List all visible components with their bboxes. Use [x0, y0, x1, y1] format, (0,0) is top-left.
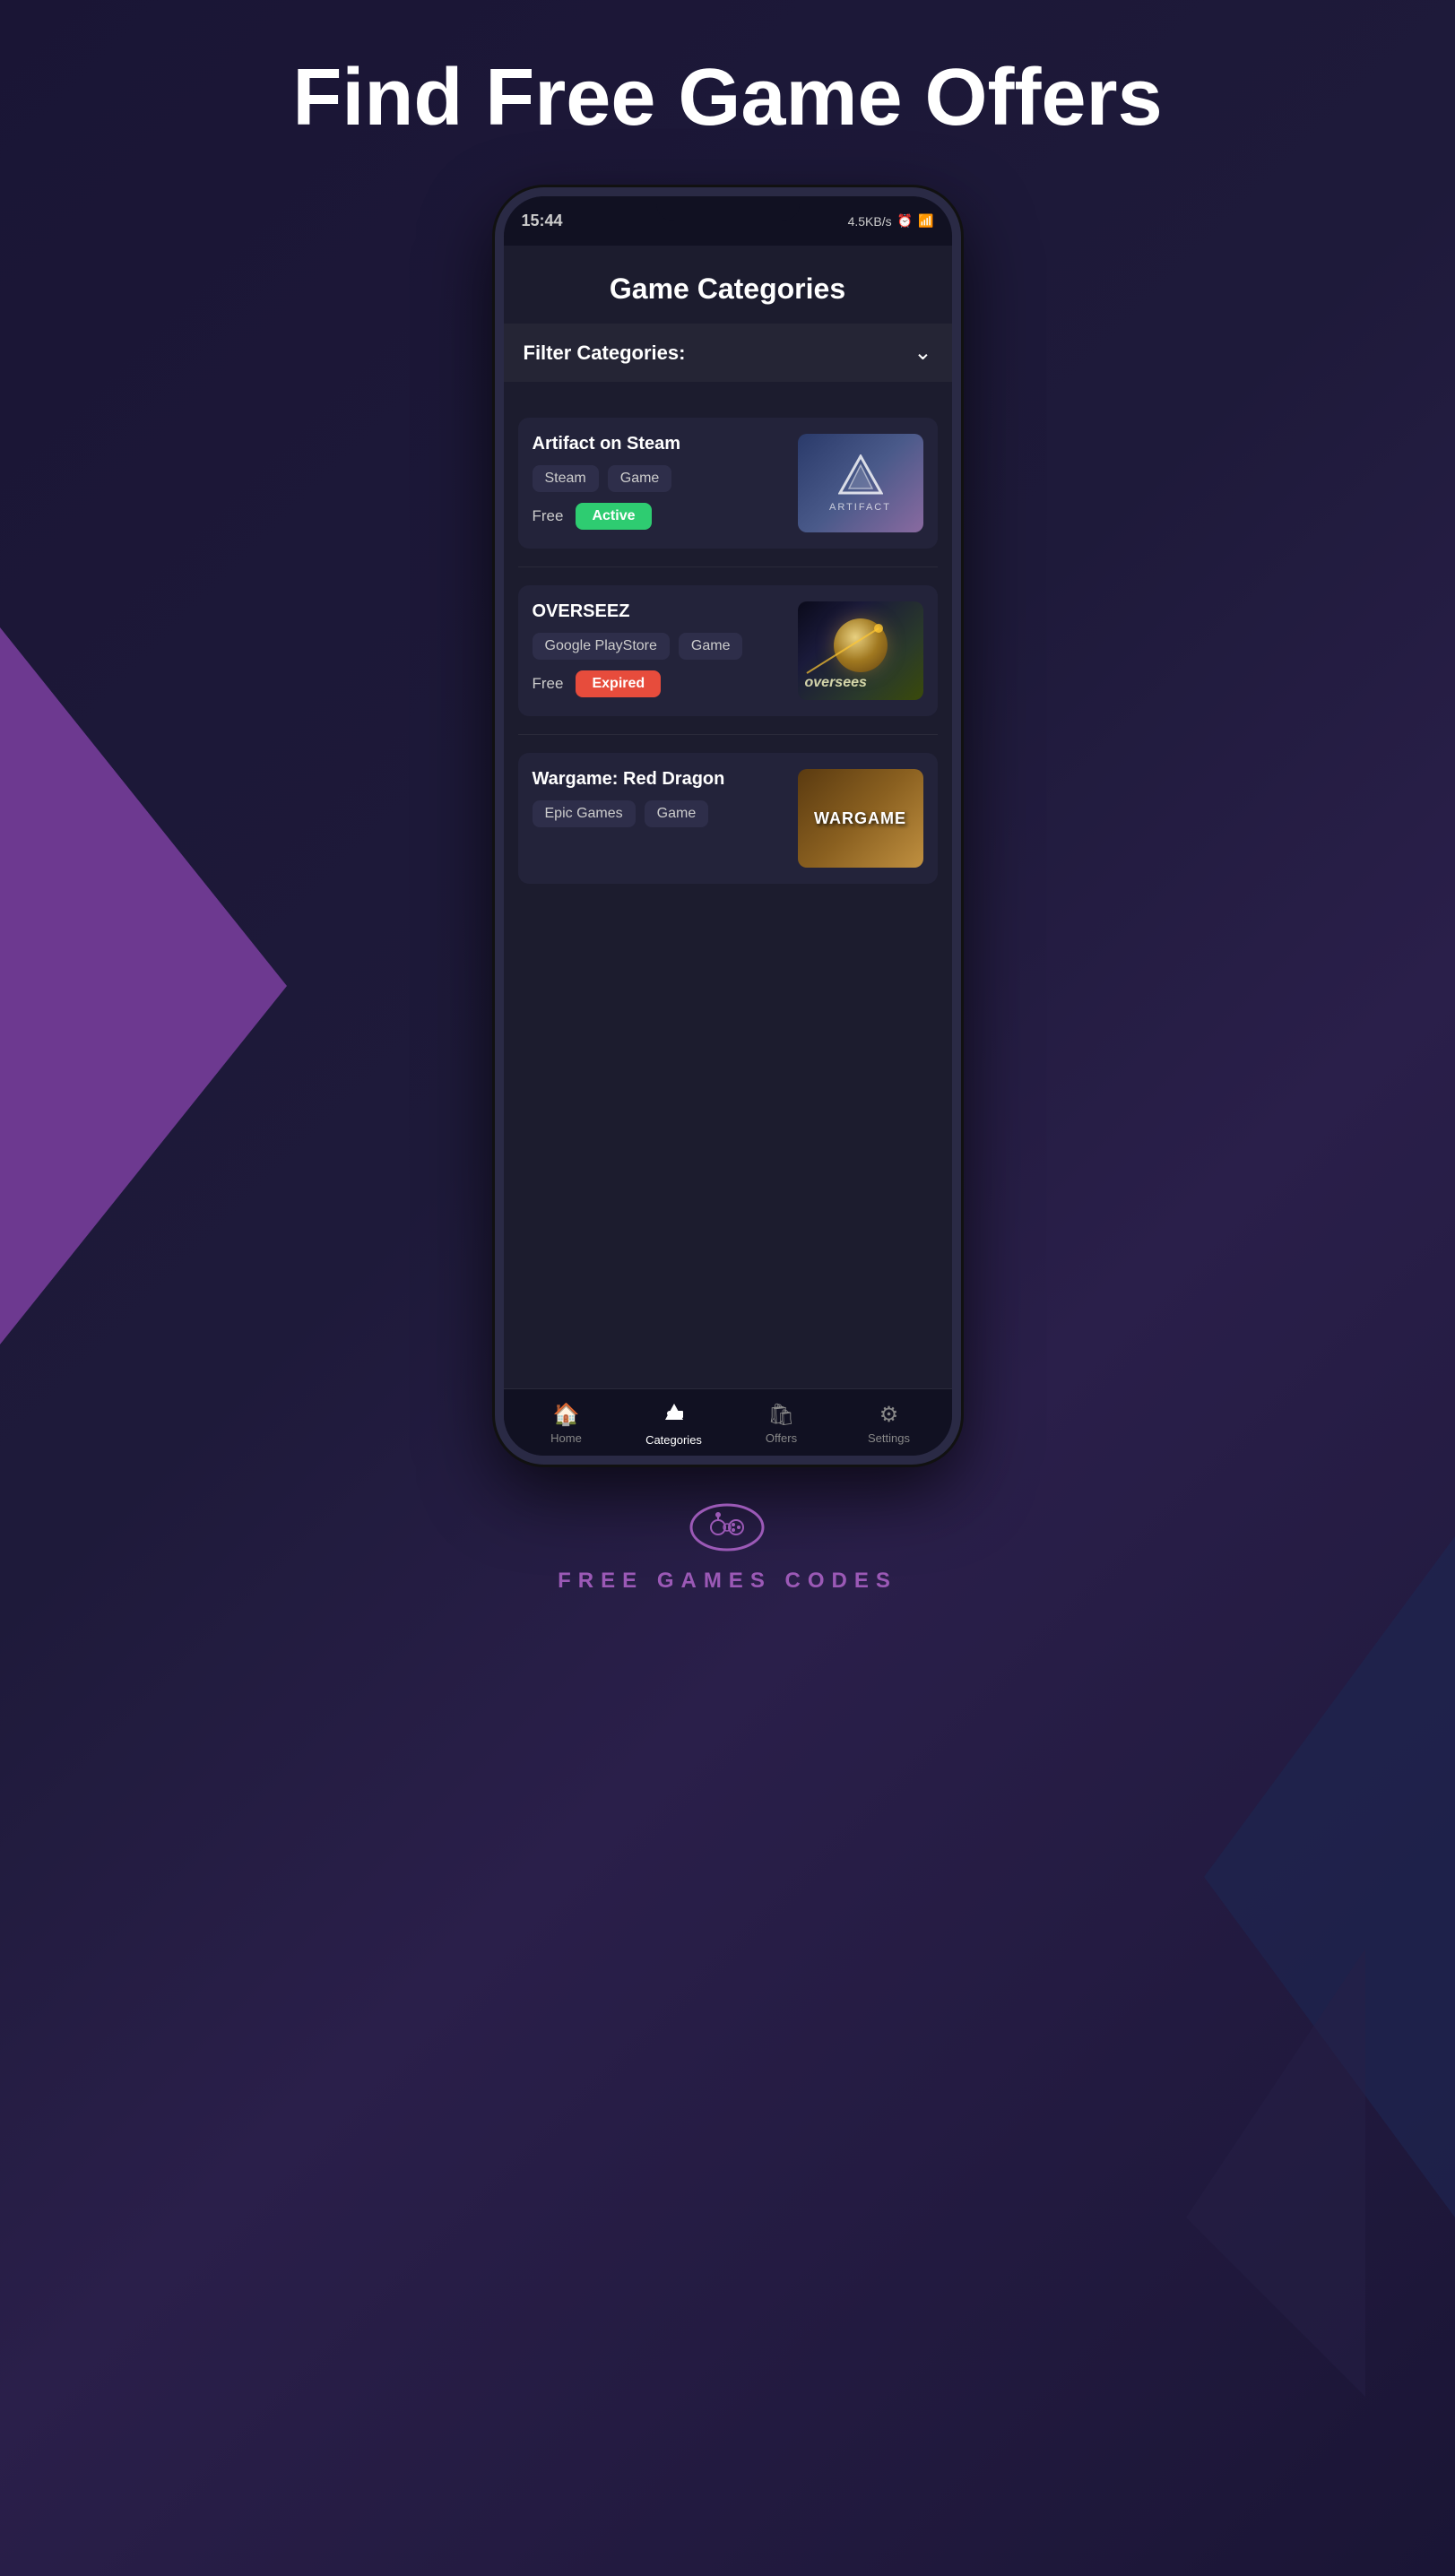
oversees-thumbnail-text: oversees: [805, 675, 867, 691]
app-title: Game Categories: [610, 272, 845, 305]
thumbnail-overseez: oversees: [798, 601, 923, 700]
nav-item-home[interactable]: 🏠 Home: [535, 1402, 598, 1447]
divider-2: [518, 734, 938, 735]
home-label: Home: [550, 1431, 582, 1445]
bg-triangle-left: [0, 627, 287, 1344]
phone-screen: Game Categories Filter Categories: ⌄ Art…: [504, 246, 952, 1456]
phone-volume-up-button: [495, 358, 500, 402]
thumbnail-wargame: WARGAME: [798, 769, 923, 868]
content-area: Artifact on Steam Steam Game Free Active: [504, 382, 952, 1388]
game-card-wargame[interactable]: Wargame: Red Dragon Epic Games Game WARG…: [518, 753, 938, 884]
footer-branding: FREE GAMES CODES: [558, 1500, 897, 1594]
tag-game-overseez[interactable]: Game: [679, 633, 743, 660]
status-icons: 4.5KB/s ⏰ 📶: [848, 213, 934, 229]
status-bar: 15:44 4.5KB/s ⏰ 📶: [504, 196, 952, 246]
status-badge-overseez: Expired: [576, 670, 661, 697]
nav-item-offers[interactable]: 🛍 Offers: [750, 1402, 813, 1447]
status-time: 15:44: [522, 212, 563, 230]
filter-section[interactable]: Filter Categories: ⌄: [504, 324, 952, 382]
price-label-overseez: Free: [533, 675, 564, 693]
game-info-artifact: Artifact on Steam Steam Game Free Active: [533, 434, 787, 530]
phone-side-button-3: [495, 510, 500, 582]
divider-1: [518, 566, 938, 567]
price-label-artifact: Free: [533, 507, 564, 525]
phone-frame: 15:44 4.5KB/s ⏰ 📶 Game Categories Filter…: [495, 187, 961, 1465]
offers-label: Offers: [766, 1431, 797, 1445]
alarm-icon: ⏰: [897, 213, 913, 229]
game-tags-wargame: Epic Games Game: [533, 800, 787, 827]
tag-google-playstore[interactable]: Google PlayStore: [533, 633, 670, 660]
bottom-navigation: 🏠 Home Categories 🛍 Offers: [504, 1388, 952, 1456]
game-price-row-artifact: Free Active: [533, 503, 787, 530]
tag-epic-games[interactable]: Epic Games: [533, 800, 636, 827]
game-price-row-overseez: Free Expired: [533, 670, 787, 697]
app-header: Game Categories: [504, 246, 952, 324]
game-card-artifact[interactable]: Artifact on Steam Steam Game Free Active: [518, 418, 938, 549]
game-info-overseez: OVERSEEZ Google PlayStore Game Free Expi…: [533, 601, 787, 697]
game-tags-overseez: Google PlayStore Game: [533, 633, 787, 660]
bg-triangle-right2: [1186, 1949, 1365, 2397]
nav-item-settings[interactable]: ⚙ Settings: [858, 1402, 921, 1447]
tag-steam[interactable]: Steam: [533, 465, 599, 492]
filter-label: Filter Categories:: [524, 341, 686, 365]
chevron-down-icon: ⌄: [914, 340, 931, 366]
signal-icon: 📶: [918, 213, 933, 229]
wargame-thumbnail-text: WARGAME: [814, 809, 906, 828]
categories-label: Categories: [645, 1433, 702, 1447]
phone-wrapper: 15:44 4.5KB/s ⏰ 📶 Game Categories Filter…: [495, 187, 961, 1465]
nav-item-categories[interactable]: Categories: [643, 1402, 706, 1447]
main-title: Find Free Game Offers: [292, 54, 1162, 143]
footer-logo: [687, 1500, 767, 1554]
settings-icon: ⚙: [879, 1402, 899, 1428]
settings-label: Settings: [868, 1431, 910, 1445]
game-title-artifact: Artifact on Steam: [533, 434, 787, 454]
tag-game-artifact[interactable]: Game: [608, 465, 672, 492]
categories-icon: [663, 1402, 685, 1430]
game-title-wargame: Wargame: Red Dragon: [533, 769, 787, 790]
phone-power-button: [956, 376, 961, 447]
thumbnail-artifact: ARTIFACT: [798, 434, 923, 532]
status-badge-artifact: Active: [576, 503, 651, 530]
footer-text: FREE GAMES CODES: [558, 1569, 897, 1594]
phone-volume-down-button: [495, 420, 500, 492]
phone-notch: [656, 196, 800, 221]
tag-game-wargame[interactable]: Game: [645, 800, 709, 827]
home-icon: 🏠: [553, 1402, 580, 1428]
game-card-overseez[interactable]: OVERSEEZ Google PlayStore Game Free Expi…: [518, 585, 938, 716]
offers-icon: 🛍: [767, 1402, 794, 1428]
game-info-wargame: Wargame: Red Dragon Epic Games Game: [533, 769, 787, 838]
game-tags-artifact: Steam Game: [533, 465, 787, 492]
artifact-logo-text: ARTIFACT: [829, 502, 891, 513]
network-speed-icon: 4.5KB/s: [848, 214, 892, 229]
game-title-overseez: OVERSEEZ: [533, 601, 787, 622]
